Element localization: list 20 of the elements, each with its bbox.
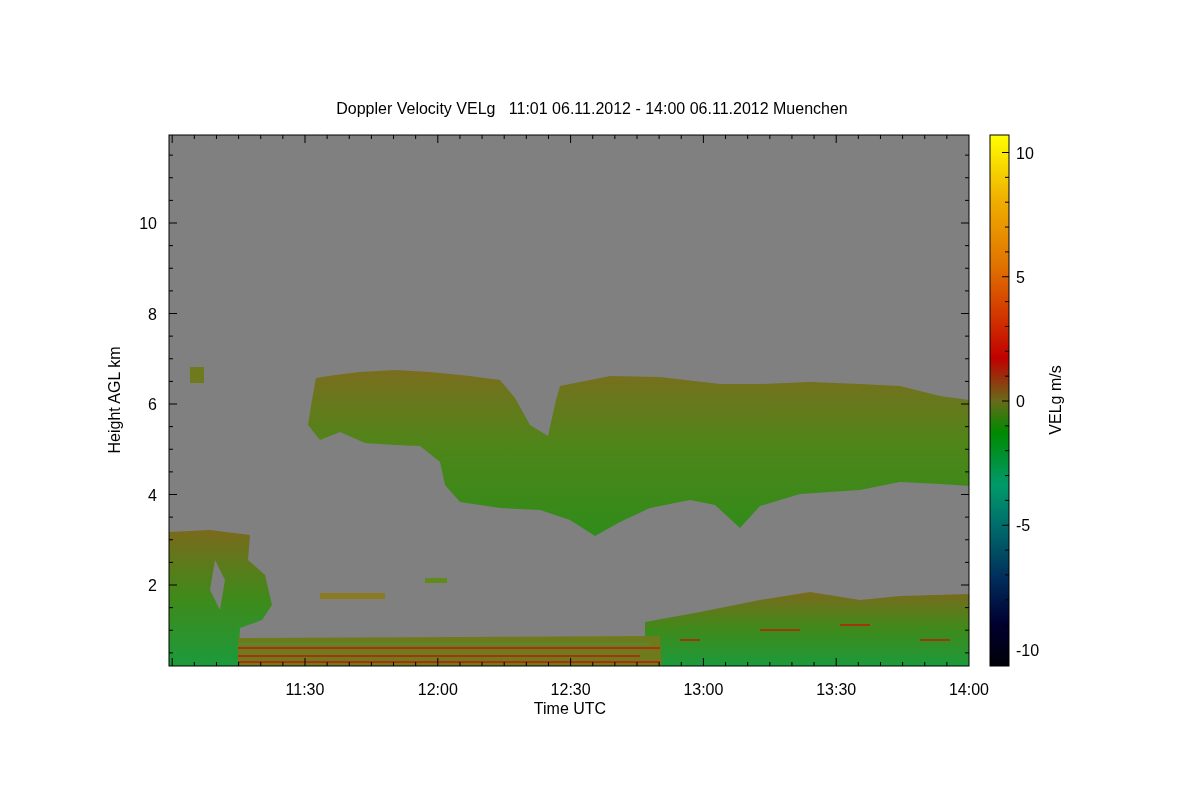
x-tick-label: 14:00 — [949, 681, 990, 698]
colorbar-tick-label: -5 — [1016, 517, 1031, 535]
x-tick-label: 11:30 — [285, 681, 325, 698]
y-tick-label: 2 — [148, 577, 157, 594]
colorbar-tick-label: 10 — [1016, 144, 1034, 162]
x-tick-label: 12:00 — [417, 681, 458, 698]
y-tick-label: 6 — [148, 396, 157, 413]
chart-title: Doppler Velocity VELg 11:01 06.11.2012 - 14:00 06.11.2012 Muenchen — [336, 100, 848, 117]
y-axis-label: Height AGL km — [106, 346, 123, 454]
x-tick-label: 13:00 — [683, 681, 724, 698]
x-tick-label: 13:30 — [816, 681, 857, 698]
colorbar-tick-label: 0 — [1016, 393, 1025, 410]
colorbar-tick-label: -10 — [1016, 641, 1040, 659]
y-tick-label: 10 — [139, 215, 157, 232]
y-tick-label: 8 — [148, 305, 157, 323]
x-axis-label: Time UTC — [533, 700, 607, 717]
colorbar-tick-label: 5 — [1016, 268, 1025, 286]
x-tick-label: 12:30 — [550, 681, 591, 698]
y-tick-label: 4 — [148, 486, 157, 504]
colorbar-label: VELg m/s — [1047, 365, 1064, 435]
